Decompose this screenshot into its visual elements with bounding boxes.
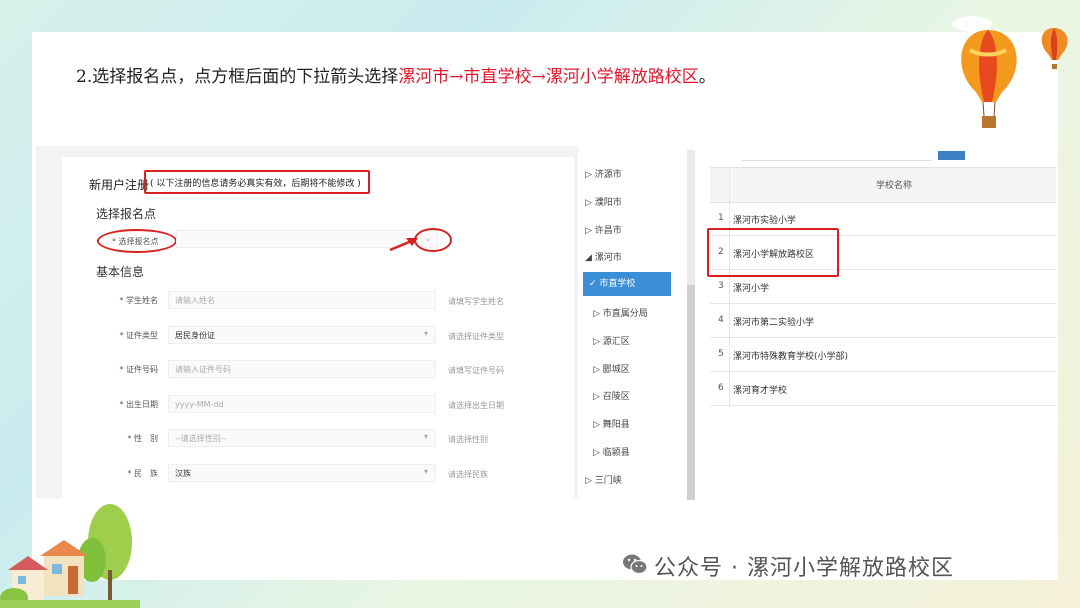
row-number: 6 [718, 383, 724, 393]
tree-item[interactable]: ◢ 漯河市 [585, 250, 622, 263]
field-select[interactable]: --请选择性别-- [168, 429, 436, 447]
field-label: * 证件号码 [119, 365, 158, 374]
school-search-input[interactable] [742, 150, 932, 161]
tree-item[interactable]: ▷ 临颍县 [593, 445, 630, 458]
form-title: 新用户注册 [89, 178, 150, 192]
field-hint: 请选择证件类型 [448, 331, 504, 341]
field-label: * 学生姓名 [119, 296, 158, 305]
field-input[interactable]: 请输入证件号码 [168, 360, 436, 378]
section-signup-title: 选择报名点 [96, 207, 157, 221]
school-name[interactable]: 漯河育才学校 [733, 383, 787, 396]
field-input[interactable]: yyyy-MM-dd [168, 394, 436, 413]
field-label: * 证件类型 [119, 330, 158, 340]
field-label: * 出生日期 [119, 399, 158, 409]
tree-item[interactable]: ▷ 郾城区 [593, 362, 630, 375]
field-hint: 请选择民族 [448, 469, 488, 479]
row-number: 3 [718, 281, 724, 291]
signup-label: * 选择报名点 [112, 237, 159, 246]
field-hint: 请填写证件号码 [448, 366, 504, 375]
tree-item-selected[interactable]: ✓ 市直学校 [583, 272, 671, 297]
tree-item[interactable]: ▷ 舞阳县 [593, 417, 630, 430]
field-hint: 请选择性别 [448, 435, 488, 444]
chevron-down-icon[interactable]: ▾ [424, 467, 428, 476]
field-input[interactable]: 请输入姓名 [168, 291, 436, 309]
tree-item[interactable]: ▷ 济源市 [585, 167, 622, 180]
chevron-down-icon[interactable]: ▾ [424, 329, 428, 338]
field-select[interactable]: 汉族 [168, 463, 436, 482]
instruction-text: 2.选择报名点，点方框后面的下拉箭头选择漯河市→市直学校→漯河小学解放路校区。 [76, 62, 716, 87]
tree-item[interactable]: ▷ 源汇区 [593, 334, 630, 347]
row-number: 4 [718, 315, 724, 325]
hot-air-balloon-icon [952, 16, 1068, 128]
school-name[interactable]: 漯河市实验小学 [733, 213, 796, 226]
tree-item[interactable]: ▷ 濮阳市 [585, 195, 622, 208]
instruction-prefix: 2.选择报名点，点方框后面的下拉箭头选择 [76, 67, 399, 87]
row-number: 5 [718, 349, 724, 359]
field-label: * 性 别 [127, 434, 158, 443]
tree-item[interactable]: ▷ 召陵区 [593, 389, 630, 402]
instruction-suffix: 。 [698, 67, 716, 87]
form-notice: ( 以下注册的信息请务必真实有效，后期将不能修改 ) [150, 179, 361, 189]
footer-account-name: 公众号 · 漯河小学解放路校区 [654, 556, 954, 581]
instruction-highlight: 漯河市→市直学校→漯河小学解放路校区 [398, 67, 699, 87]
section-basic-title: 基本信息 [96, 265, 145, 279]
red-arrow-icon [389, 238, 418, 252]
field-label: * 民 族 [127, 468, 158, 478]
table-header-label: 学校名称 [876, 181, 913, 191]
tree-scrollbar[interactable] [687, 285, 695, 500]
chevron-down-icon[interactable]: ⌄ [425, 234, 432, 243]
field-select[interactable]: 居民身份证 [168, 325, 436, 344]
field-hint: 请填写学生姓名 [448, 297, 504, 306]
row-number: 1 [718, 213, 724, 223]
selected-school-highlight-box [707, 228, 839, 277]
chevron-down-icon[interactable]: ▾ [424, 432, 428, 441]
house-tree-decoration-icon [0, 504, 140, 608]
school-name[interactable]: 漯河小学 [733, 281, 769, 294]
school-name[interactable]: 漯河市特殊教育学校(小学部) [733, 349, 848, 362]
school-search-button[interactable] [938, 151, 965, 160]
tree-item[interactable]: ▷ 市直属分局 [593, 306, 648, 319]
field-hint: 请选择出生日期 [448, 400, 504, 410]
tree-item[interactable]: ▷ 许昌市 [585, 223, 622, 236]
wechat-icon [623, 554, 648, 575]
tree-item[interactable]: ▷ 三门峡 [585, 473, 622, 486]
school-name[interactable]: 漯河市第二实验小学 [733, 315, 814, 328]
